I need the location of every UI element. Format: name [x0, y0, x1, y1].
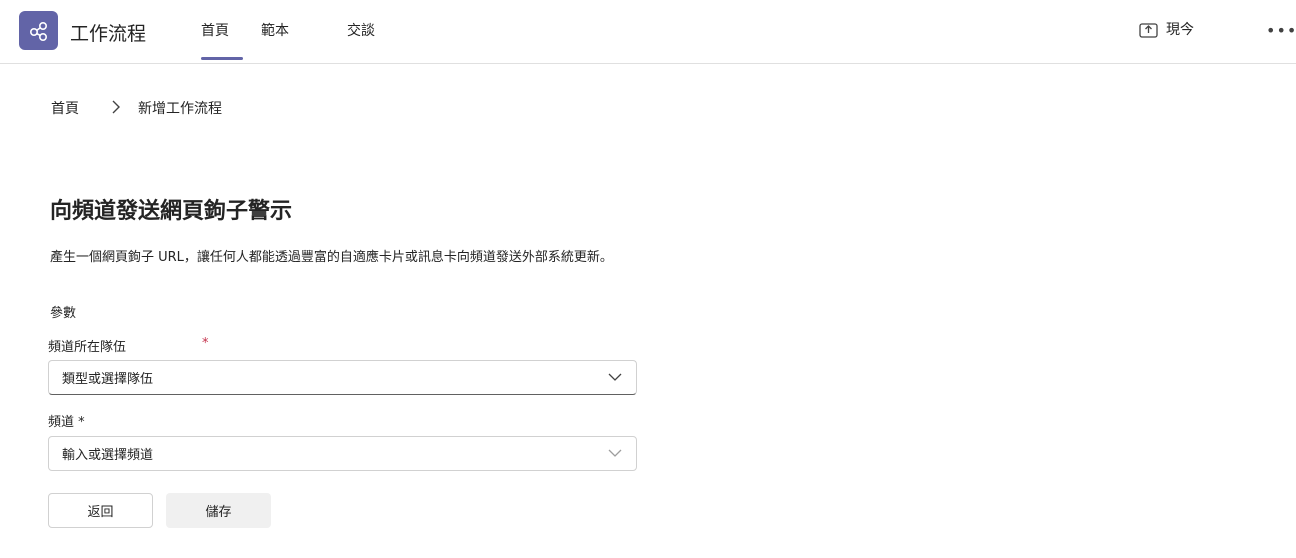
section-label: 參數	[50, 306, 77, 321]
chevron-down-icon[interactable]	[608, 446, 622, 460]
more-options-icon[interactable]: •••	[1266, 21, 1296, 40]
tab-chat[interactable]: 交談	[347, 20, 375, 60]
chevron-right-icon	[112, 100, 120, 114]
tab-home[interactable]: 首頁	[201, 20, 229, 60]
save-button[interactable]: 儲存	[166, 493, 271, 528]
top-bar: 工作流程 首頁 範本 交談 現今 •••	[0, 0, 1296, 64]
channel-combobox[interactable]: 輸入或選擇頻道	[48, 436, 637, 471]
channel-placeholder: 輸入或選擇頻道	[62, 448, 154, 463]
tab-templates[interactable]: 範本	[261, 20, 289, 60]
team-label: 頻道所在隊伍	[48, 340, 127, 355]
workflow-icon	[29, 21, 47, 41]
app-title: 工作流程	[70, 23, 147, 45]
required-marker: *	[202, 336, 209, 351]
breadcrumb-home[interactable]: 首頁	[51, 98, 79, 118]
chevron-down-icon[interactable]	[608, 370, 622, 384]
channel-label: 頻道 *	[48, 415, 85, 430]
workflows-app-icon[interactable]	[19, 11, 58, 50]
share-icon	[1139, 22, 1158, 38]
team-placeholder: 類型或選擇隊伍	[62, 372, 154, 387]
share-button[interactable]: 現今	[1139, 19, 1194, 39]
share-label: 現今	[1166, 22, 1194, 38]
breadcrumb-current: 新增工作流程	[138, 101, 222, 117]
back-button[interactable]: 返回	[48, 493, 153, 528]
page-description: 產生一個網頁鉤子 URL，讓任何人都能透過豐富的自適應卡片或訊息卡向頻道發送外部…	[50, 250, 613, 265]
active-tab-indicator	[201, 57, 243, 60]
page-title: 向頻道發送網頁鉤子警示	[50, 199, 293, 224]
team-combobox[interactable]: 類型或選擇隊伍	[48, 360, 637, 395]
